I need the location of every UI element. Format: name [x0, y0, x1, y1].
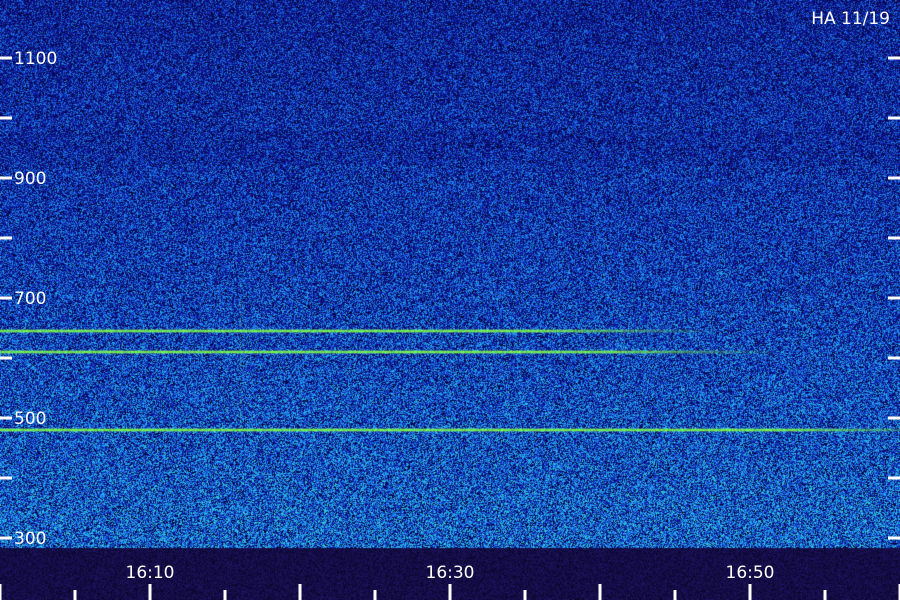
- y-tick-label: 900: [14, 169, 46, 189]
- x-tick-labels: 16:10 16:30 16:50: [126, 563, 775, 583]
- x-tick-label: 16:50: [726, 563, 775, 583]
- axis-overlay: 1100 900 700 500 300 16:10 16:30 16:50 HA 11/1…: [0, 9, 900, 600]
- spectrogram-panel: 1100 900 700 500 300 16:10 16:30 16:50 HA 11/1…: [0, 0, 900, 600]
- y-tick-label: 500: [14, 409, 46, 429]
- y-tick-label: 300: [14, 529, 46, 549]
- y-tick-label: 700: [14, 289, 46, 309]
- y-tick-label: 1100: [14, 49, 57, 69]
- tick-marks: [0, 56, 900, 600]
- x-tick-label: 16:30: [426, 563, 475, 583]
- plot-label: HA 11/19: [811, 9, 890, 29]
- x-tick-label: 16:10: [126, 563, 175, 583]
- y-tick-labels: 1100 900 700 500 300: [14, 49, 57, 549]
